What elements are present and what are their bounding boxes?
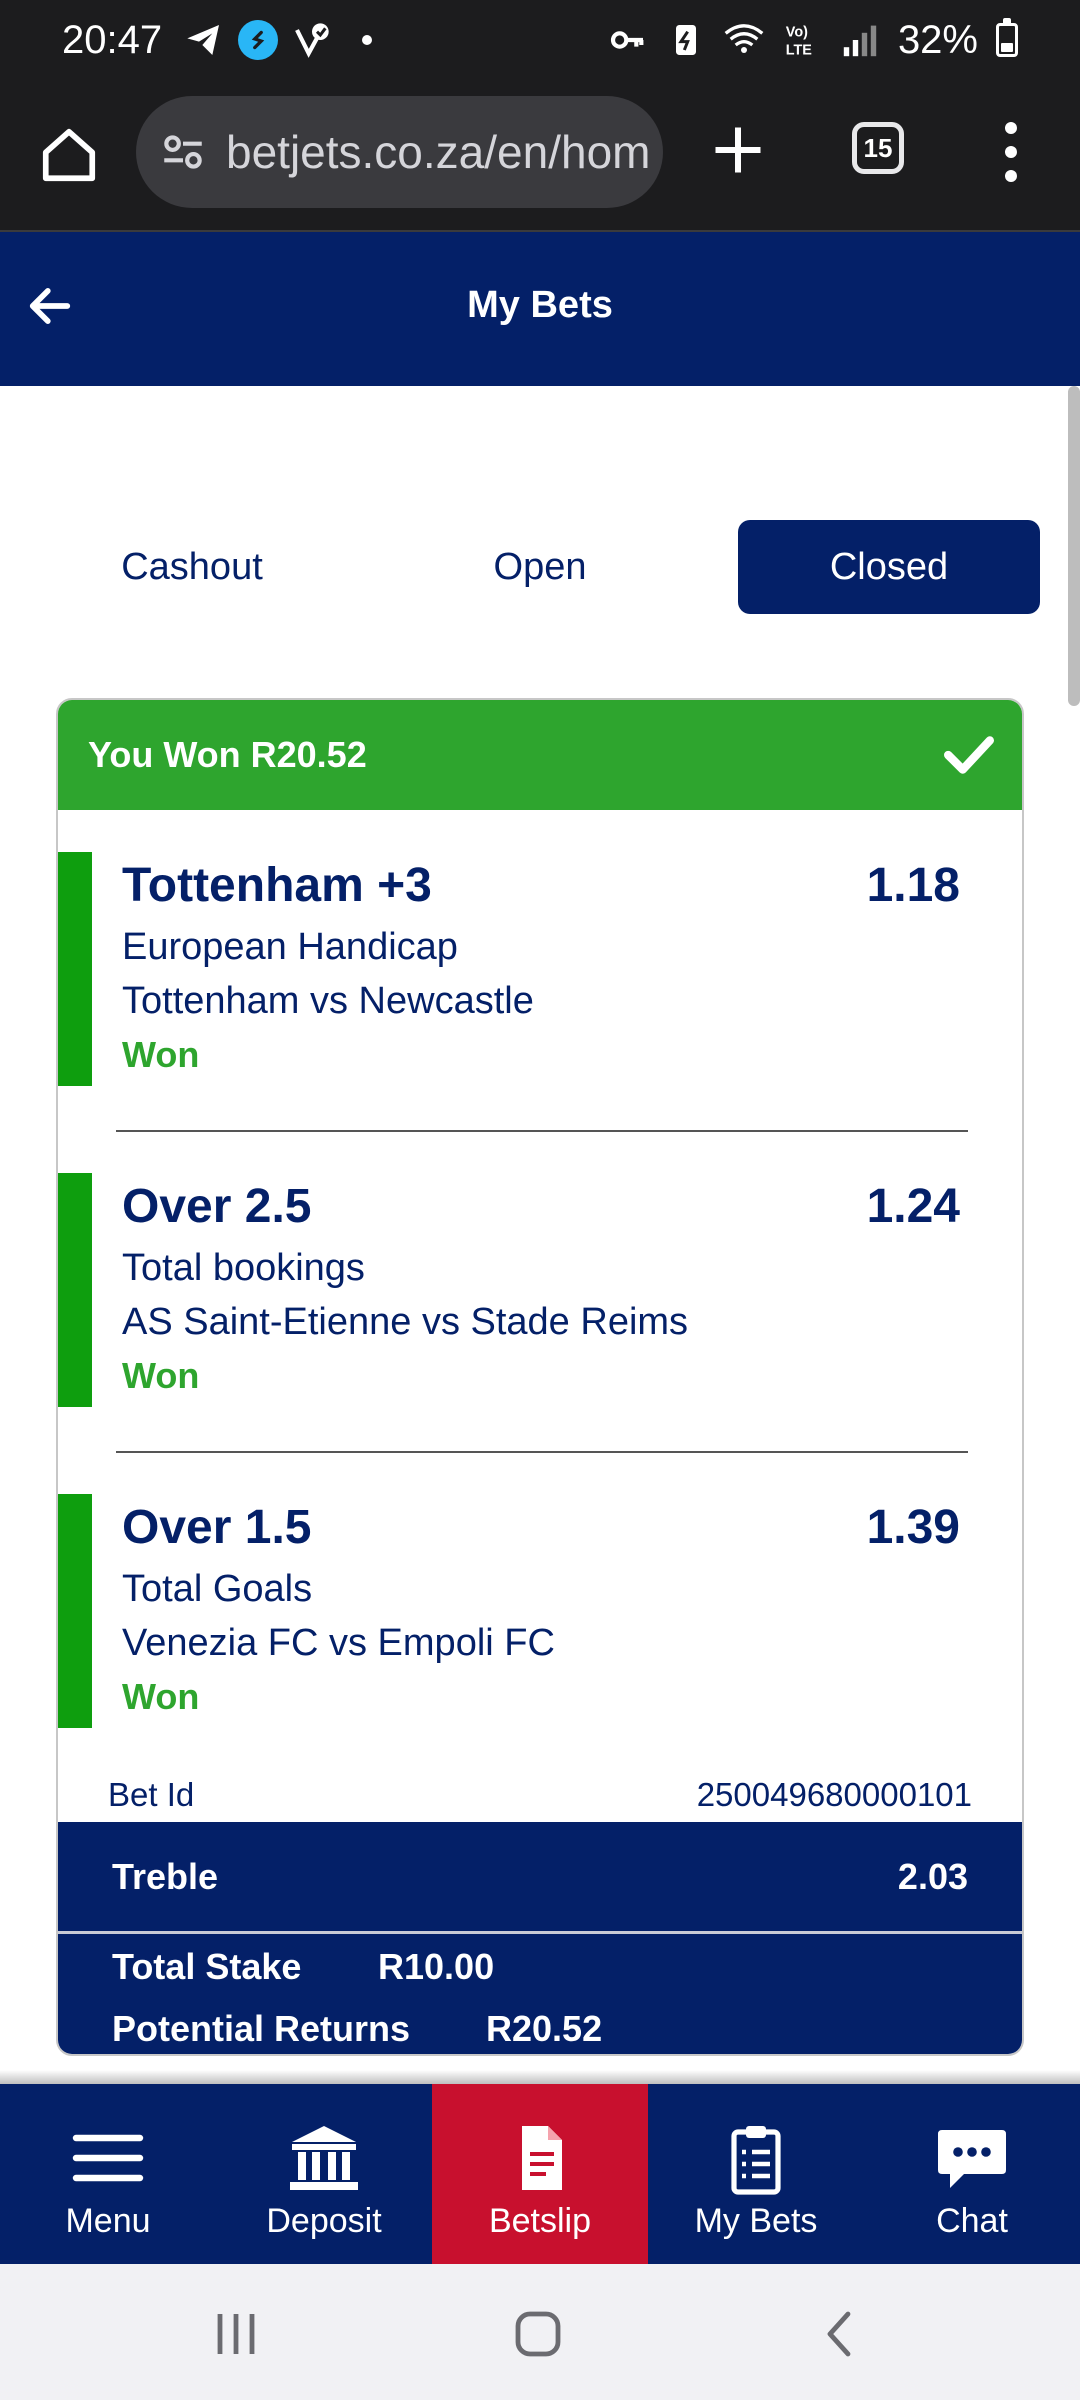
new-tab-icon[interactable] xyxy=(708,120,768,180)
potential-returns-value: R20.52 xyxy=(486,2008,603,2049)
nav-my-bets-label: My Bets xyxy=(694,2202,818,2240)
leg-selection: Over 1.5 xyxy=(122,1501,312,1554)
page-title: My Bets xyxy=(467,284,613,326)
status-bar: 20:47 Vo) LTE 32% xyxy=(0,0,1080,80)
nav-menu[interactable]: Menu xyxy=(0,2084,216,2264)
leg-odds: 1.24 xyxy=(866,1180,960,1233)
tab-open[interactable]: Open xyxy=(414,520,666,614)
saver-icon xyxy=(666,20,706,60)
url-text[interactable]: betjets.co.za/en/hom xyxy=(226,125,650,179)
more-options-icon[interactable] xyxy=(996,122,1026,182)
nav-chat-label: Chat xyxy=(936,2202,1008,2240)
bet-leg: Over 1.5 1.39 Total Goals Venezia FC vs … xyxy=(58,1494,1022,1728)
leg-result: Won xyxy=(122,1355,200,1396)
wifi-icon xyxy=(724,20,764,60)
bet-card[interactable]: You Won R20.52 Tottenham +3 1.18 Europea… xyxy=(56,698,1024,2056)
home-nav-icon[interactable] xyxy=(508,2306,568,2362)
chat-bubble-icon xyxy=(932,2120,1012,2196)
address-bar[interactable]: betjets.co.za/en/hom xyxy=(136,96,663,208)
total-odds: 2.03 xyxy=(897,1856,968,1897)
signal-icon xyxy=(840,20,880,60)
tab-closed[interactable]: Closed xyxy=(738,520,1040,614)
bet-type-label: Treble xyxy=(112,1856,219,1897)
nav-deposit-label: Deposit xyxy=(266,2202,382,2240)
nav-chat[interactable]: Chat xyxy=(864,2084,1080,2264)
bottom-nav-shadow xyxy=(0,2070,1080,2084)
leg-market: Total Goals xyxy=(122,1568,313,1610)
volte-icon: Vo) LTE xyxy=(782,20,822,60)
nav-betslip-label: Betslip xyxy=(488,2202,592,2240)
notification-icons xyxy=(184,20,373,60)
leg-result: Won xyxy=(122,1676,200,1717)
nav-menu-label: Menu xyxy=(65,2202,151,2240)
nav-betslip[interactable]: Betslip xyxy=(432,2084,648,2264)
clipboard-icon xyxy=(716,2120,796,2196)
shazam-icon xyxy=(238,20,279,60)
potential-returns-label: Potential Returns xyxy=(112,2008,411,2049)
status-time: 20:47 xyxy=(62,17,163,62)
home-icon[interactable] xyxy=(38,124,100,186)
battery-icon xyxy=(996,18,1018,57)
bet-id-row: Bet Id 250049680000101 xyxy=(58,1776,1022,1824)
bet-totals: Total Stake R10.00 Potential Returns R20… xyxy=(58,1934,1022,2054)
svg-text:Vo): Vo) xyxy=(786,24,808,40)
leg-result: Won xyxy=(122,1034,200,1075)
more-notifications-dot xyxy=(362,35,373,45)
nav-deposit[interactable]: Deposit xyxy=(216,2084,432,2264)
page-scrollbar[interactable] xyxy=(1068,386,1080,706)
bet-result-banner: You Won R20.52 xyxy=(58,700,1022,810)
leg-odds: 1.18 xyxy=(866,859,960,912)
document-icon xyxy=(500,2120,580,2196)
won-amount-text: You Won R20.52 xyxy=(88,734,367,775)
leg-selection: Over 2.5 xyxy=(122,1180,312,1233)
tab-cashout[interactable]: Cashout xyxy=(66,520,318,614)
leg-market: Total bookings xyxy=(122,1247,365,1289)
screen: 20:47 Vo) LTE 32% betjets.co.za/en/hom 1… xyxy=(0,0,1080,2400)
bet-leg: Over 2.5 1.24 Total bookings AS Saint-Et… xyxy=(58,1173,1022,1407)
svg-text:LTE: LTE xyxy=(786,42,813,58)
system-nav-bar xyxy=(0,2264,1080,2400)
leg-odds: 1.39 xyxy=(866,1501,960,1554)
tab-switcher-button[interactable]: 15 xyxy=(852,122,904,174)
system-icons: Vo) LTE 32% xyxy=(608,18,1018,63)
leg-selection: Tottenham +3 xyxy=(122,859,432,912)
leg-event: Venezia FC vs Empoli FC xyxy=(122,1622,555,1664)
key-icon xyxy=(608,20,648,60)
telegram-icon xyxy=(184,20,224,60)
bet-leg: Tottenham +3 1.18 European Handicap Tott… xyxy=(58,852,1022,1086)
leg-status-bar xyxy=(58,852,92,1086)
leg-divider xyxy=(116,1130,968,1132)
site-settings-icon[interactable] xyxy=(158,127,208,177)
back-nav-icon[interactable] xyxy=(810,2306,870,2362)
nav-my-bets[interactable]: My Bets xyxy=(648,2084,864,2264)
total-stake-label: Total Stake xyxy=(112,1946,302,1987)
recent-apps-icon[interactable] xyxy=(206,2306,266,2362)
leg-status-bar xyxy=(58,1494,92,1728)
page-header: My Bets xyxy=(0,232,1080,386)
browser-toolbar: betjets.co.za/en/hom 15 xyxy=(0,80,1080,232)
battery-percent: 32% xyxy=(897,17,978,62)
leg-event: AS Saint-Etienne vs Stade Reims xyxy=(122,1301,689,1343)
leg-market: European Handicap xyxy=(122,926,458,968)
bank-icon xyxy=(284,2120,364,2196)
leg-event: Tottenham vs Newcastle xyxy=(122,980,534,1022)
bet-type-row: Treble 2.03 xyxy=(58,1822,1022,1934)
leg-status-bar xyxy=(58,1173,92,1407)
bet-id-label: Bet Id xyxy=(108,1776,195,1813)
verified-hand-icon xyxy=(292,20,332,60)
checkmark-icon xyxy=(944,734,994,776)
hamburger-icon xyxy=(68,2120,148,2196)
leg-divider xyxy=(116,1451,968,1453)
bet-id-value: 250049680000101 xyxy=(696,1776,972,1813)
total-stake-value: R10.00 xyxy=(378,1946,495,1987)
bottom-nav: Menu Deposit Betslip My Bets Chat xyxy=(0,2084,1080,2264)
